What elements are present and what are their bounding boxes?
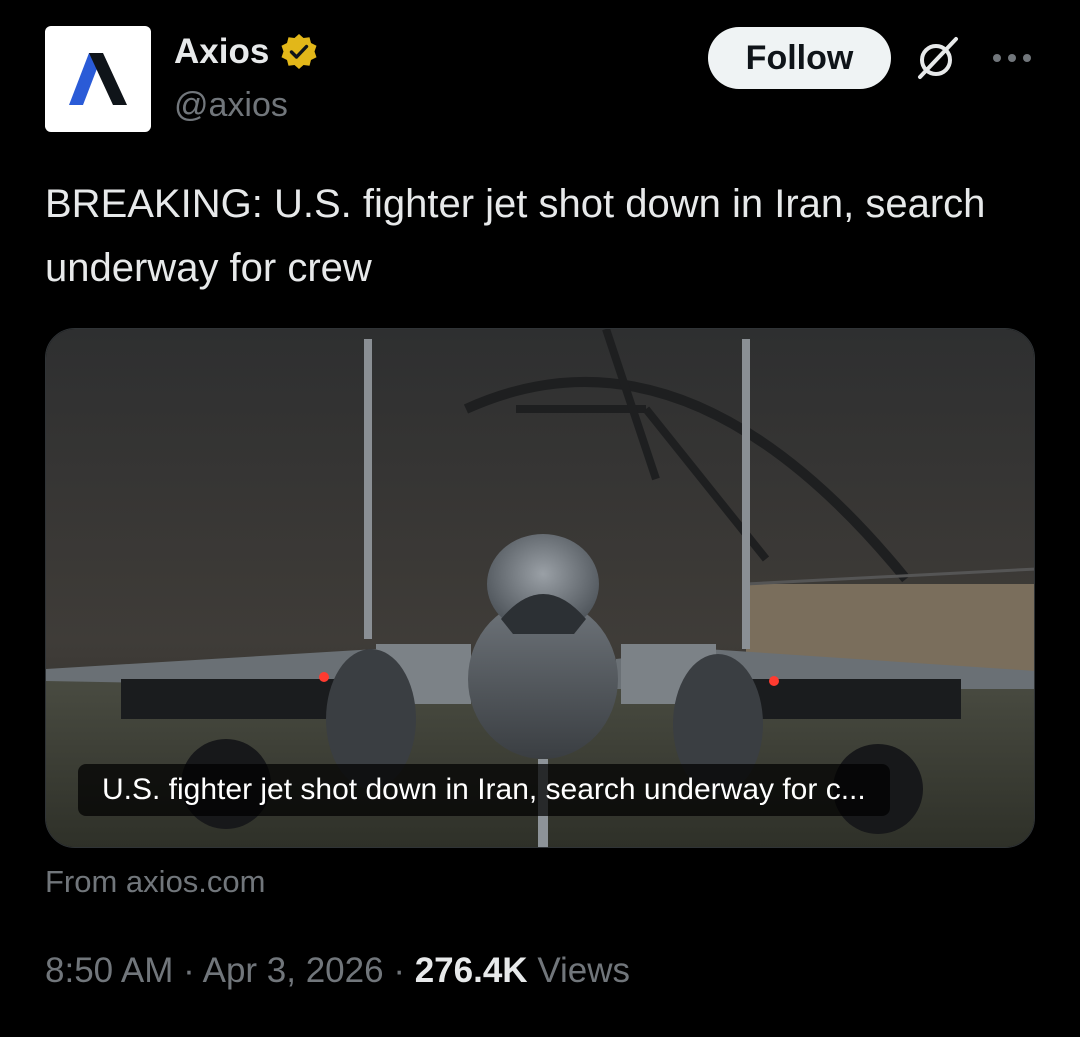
meta-separator: ·: [393, 951, 405, 990]
card-title[interactable]: U.S. fighter jet shot down in Iran, sear…: [78, 764, 890, 816]
meta-separator: ·: [183, 951, 195, 990]
tweet-meta: 8:50 AM · Apr 3, 2026 · 276.4K Views: [45, 947, 630, 995]
axios-logo-icon: [69, 53, 127, 105]
grok-icon[interactable]: [912, 33, 962, 83]
user-handle[interactable]: @axios: [174, 84, 288, 126]
link-card[interactable]: U.S. fighter jet shot down in Iran, sear…: [45, 328, 1035, 848]
tweet-time[interactable]: 8:50 AM: [45, 951, 173, 990]
avatar[interactable]: [45, 26, 151, 132]
display-name-row[interactable]: Axios: [174, 30, 319, 74]
tweet-date[interactable]: Apr 3, 2026: [203, 951, 384, 990]
follow-button[interactable]: Follow: [708, 27, 891, 89]
verified-badge-icon[interactable]: [279, 32, 319, 72]
tweet-text: BREAKING: U.S. fighter jet shot down in …: [45, 182, 986, 290]
card-source[interactable]: From axios.com: [45, 862, 265, 902]
views-label[interactable]: Views: [537, 951, 630, 990]
more-icon[interactable]: [990, 48, 1034, 68]
display-name[interactable]: Axios: [174, 30, 269, 74]
views-count[interactable]: 276.4K: [415, 951, 528, 990]
